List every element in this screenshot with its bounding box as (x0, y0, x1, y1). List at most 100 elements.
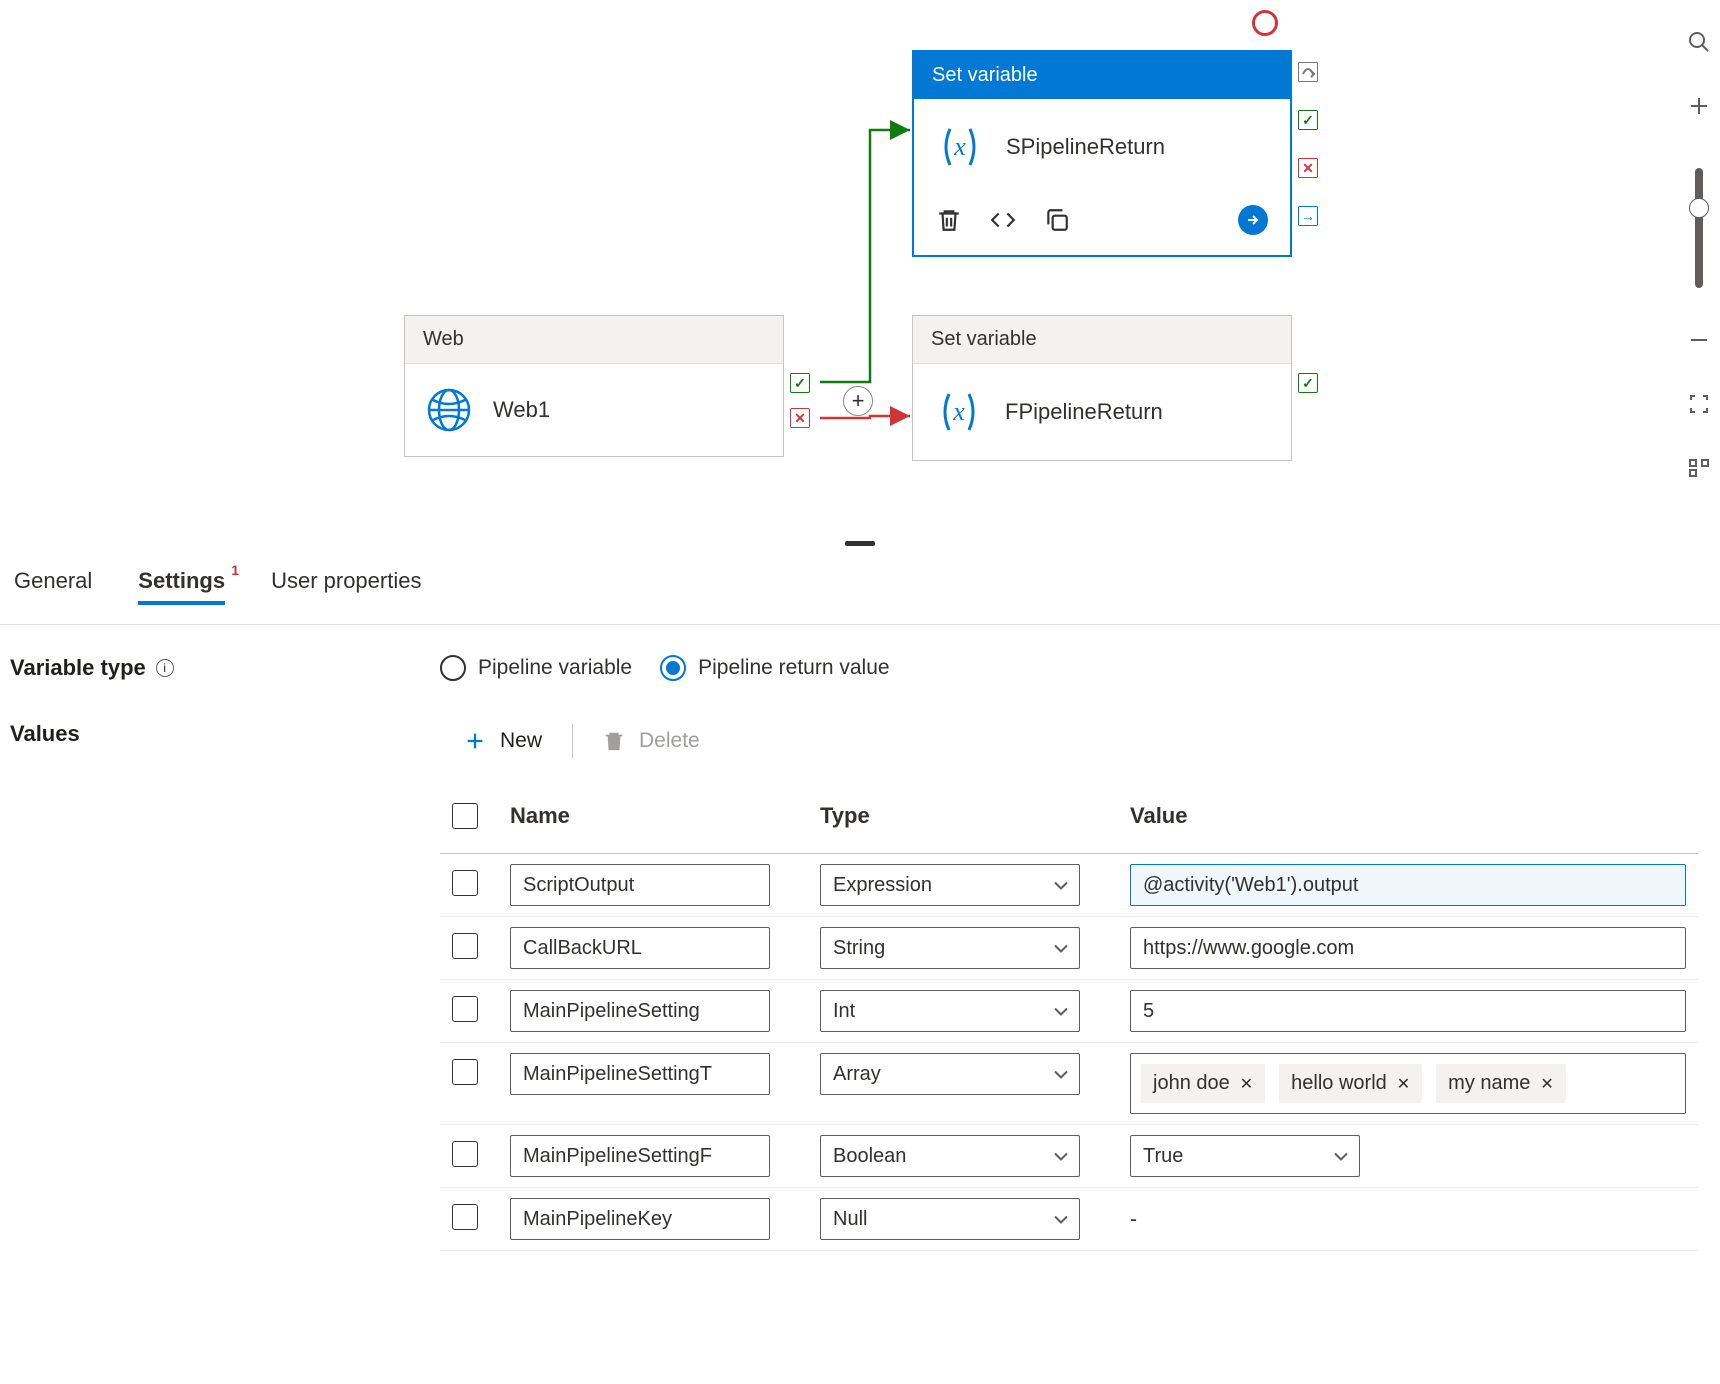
status-failure-icon[interactable]: ✕ (790, 408, 810, 428)
variable-type-radio-group: Pipeline variable Pipeline return value (440, 655, 890, 681)
value-dropdown[interactable] (1130, 1135, 1360, 1177)
name-input[interactable] (510, 990, 770, 1032)
array-tag: my name ✕ (1436, 1064, 1566, 1103)
remove-tag-icon[interactable]: ✕ (1540, 1074, 1553, 1094)
values-toolbar: New Delete (440, 721, 1710, 761)
value-input[interactable] (1130, 864, 1686, 906)
new-button[interactable]: New (440, 721, 566, 761)
svg-text:x: x (952, 397, 965, 426)
variable-icon: x (935, 388, 983, 436)
connectors-svg (0, 0, 1720, 548)
remove-tag-icon[interactable]: ✕ (1397, 1074, 1410, 1094)
name-input[interactable] (510, 864, 770, 906)
table-row: john doe ✕ hello world ✕ my name ✕ (440, 1043, 1698, 1125)
info-icon[interactable]: i (156, 659, 174, 677)
activity-node-web1[interactable]: Web Web1 (404, 315, 784, 457)
select-all-checkbox[interactable] (452, 803, 478, 829)
tab-general[interactable]: General (14, 568, 92, 604)
status-success-icon[interactable]: ✓ (1298, 373, 1318, 393)
type-value[interactable] (820, 990, 1080, 1032)
tab-settings[interactable]: Settings 1 (138, 568, 225, 604)
array-tag: john doe ✕ (1141, 1064, 1265, 1103)
status-completion-icon[interactable]: → (1298, 206, 1318, 226)
value-input[interactable] (1130, 990, 1686, 1032)
type-dropdown[interactable] (820, 864, 1080, 906)
layout-icon[interactable] (1687, 456, 1711, 480)
zoom-out-icon[interactable] (1687, 328, 1711, 352)
array-tag: hello world ✕ (1279, 1064, 1422, 1103)
row-checkbox[interactable] (452, 870, 478, 896)
status-success-icon[interactable]: ✓ (1298, 110, 1318, 130)
run-next-button[interactable] (1238, 205, 1268, 235)
breakpoint-indicator[interactable] (1252, 10, 1278, 36)
column-header-value[interactable]: Value (1118, 779, 1698, 854)
row-checkbox[interactable] (452, 1204, 478, 1230)
activity-type-label: Set variable (913, 316, 1291, 364)
status-success-icon[interactable]: ✓ (790, 373, 810, 393)
radio-unchecked-icon (440, 655, 466, 681)
activity-type-label: Set variable (914, 52, 1290, 99)
array-value-input[interactable]: john doe ✕ hello world ✕ my name ✕ (1130, 1053, 1686, 1114)
table-row (440, 980, 1698, 1043)
column-header-name[interactable]: Name (498, 779, 808, 854)
row-checkbox[interactable] (452, 933, 478, 959)
values-table: Name Type Value john doe ✕ hello world ✕… (440, 779, 1698, 1251)
variable-icon: x (936, 123, 984, 171)
zoom-in-icon[interactable] (1687, 94, 1711, 118)
type-value[interactable] (820, 927, 1080, 969)
radio-pipeline-variable[interactable]: Pipeline variable (440, 655, 632, 681)
row-checkbox[interactable] (452, 996, 478, 1022)
type-value[interactable] (820, 1053, 1080, 1095)
zoom-slider[interactable] (1695, 168, 1703, 288)
activity-node-spipelinereturn[interactable]: Set variable x SPipelineReturn (912, 50, 1292, 257)
delete-icon[interactable] (936, 207, 962, 233)
pipeline-canvas[interactable]: Web Web1 ✓ ✕ + Set variable x SPipelineR… (0, 0, 1720, 548)
row-checkbox[interactable] (452, 1141, 478, 1167)
delete-button[interactable]: Delete (579, 721, 724, 761)
table-row: - (440, 1188, 1698, 1251)
type-dropdown[interactable] (820, 1135, 1080, 1177)
column-header-type[interactable]: Type (808, 779, 1118, 854)
type-dropdown[interactable] (820, 1053, 1080, 1095)
activity-type-label: Web (405, 316, 783, 364)
null-value-placeholder: - (1130, 1198, 1686, 1232)
status-failure-icon[interactable]: ✕ (1298, 158, 1318, 178)
fit-to-screen-icon[interactable] (1687, 392, 1711, 416)
type-value[interactable] (820, 864, 1080, 906)
activity-node-fpipelinereturn[interactable]: Set variable x FPipelineReturn (912, 315, 1292, 461)
type-value[interactable] (820, 1198, 1080, 1240)
value-input[interactable] (1130, 927, 1686, 969)
type-dropdown[interactable] (820, 990, 1080, 1032)
search-icon[interactable] (1687, 30, 1711, 54)
type-dropdown[interactable] (820, 927, 1080, 969)
properties-tabs: General Settings 1 User properties (0, 548, 1720, 624)
status-skip-icon[interactable] (1298, 62, 1318, 82)
table-row (440, 854, 1698, 917)
tab-settings-badge: 1 (231, 562, 239, 578)
tab-user-properties[interactable]: User properties (271, 568, 421, 604)
name-input[interactable] (510, 1198, 770, 1240)
globe-icon (427, 388, 471, 432)
type-dropdown[interactable] (820, 1198, 1080, 1240)
name-input[interactable] (510, 1135, 770, 1177)
copy-icon[interactable] (1044, 207, 1070, 233)
activity-name: Web1 (493, 397, 550, 423)
values-label: Values (10, 721, 440, 747)
zoom-slider-thumb[interactable] (1689, 198, 1709, 218)
add-branch-button[interactable]: + (843, 386, 873, 416)
type-value[interactable] (820, 1135, 1080, 1177)
pane-drag-handle[interactable] (845, 541, 875, 546)
table-row (440, 1125, 1698, 1188)
svg-text:x: x (953, 132, 966, 161)
name-input[interactable] (510, 927, 770, 969)
name-input[interactable] (510, 1053, 770, 1095)
remove-tag-icon[interactable]: ✕ (1240, 1074, 1253, 1094)
row-checkbox[interactable] (452, 1059, 478, 1085)
code-icon[interactable] (990, 207, 1016, 233)
variable-type-label: Variable type i (10, 655, 440, 681)
canvas-toolbar (1678, 30, 1720, 480)
radio-pipeline-return-value[interactable]: Pipeline return value (660, 655, 889, 681)
settings-panel: Variable type i Pipeline variable Pipeli… (0, 625, 1720, 1261)
activity-name: SPipelineReturn (1006, 134, 1165, 160)
value-dropdown-value[interactable] (1130, 1135, 1360, 1177)
